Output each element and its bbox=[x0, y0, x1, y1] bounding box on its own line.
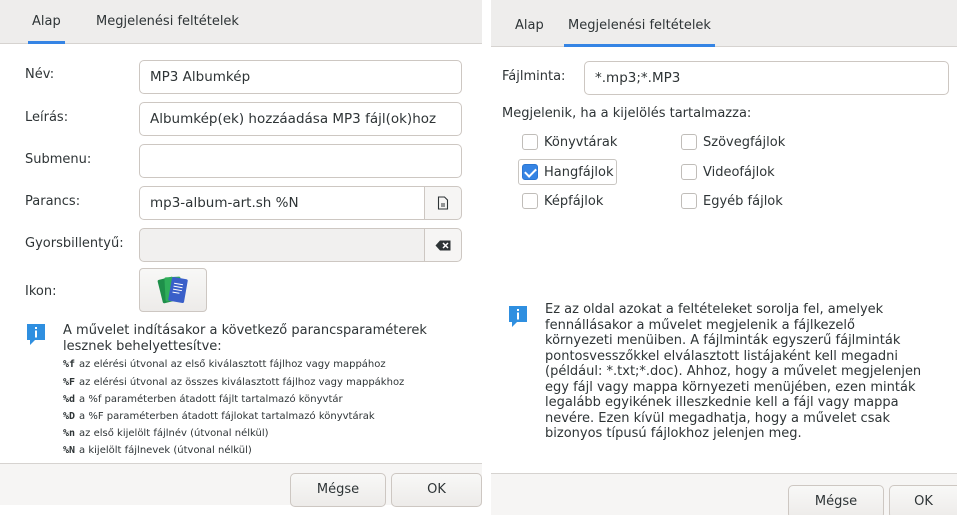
checkbox-label: Képfájlok bbox=[544, 193, 604, 209]
ok-button[interactable]: OK bbox=[889, 485, 957, 515]
param-code: %f bbox=[63, 359, 76, 370]
info-text-line: nevére. Ezen kívül megadhatja, hogy a mű… bbox=[545, 410, 890, 426]
param-desc: a kijelölt fájlnevek (útvonal nélkül) bbox=[79, 445, 252, 456]
checkbox-audio-files[interactable]: Hangfájlok bbox=[518, 159, 618, 185]
name-field[interactable]: MP3 Albumkép bbox=[139, 60, 462, 94]
param-row: %d a %f paraméterben átadott fájlt tartal… bbox=[63, 394, 343, 405]
param-desc: a %f paraméterben átadott fájlt tartalma… bbox=[79, 394, 343, 405]
param-code: %F bbox=[63, 377, 76, 388]
param-row: %N a kijelölt fájlnevek (útvonal nélkül) bbox=[63, 445, 252, 456]
info-text-line: bizonyos típusú fájlokhoz jelenjen meg. bbox=[545, 426, 802, 441]
info-text-line: környezeti menüiben. A fájlminták egysze… bbox=[545, 333, 901, 348]
command-label: Parancs: bbox=[25, 194, 81, 209]
tab-bar: Alap Megjelenési feltételek bbox=[491, 0, 957, 47]
checkbox-label: Könyvtárak bbox=[544, 134, 618, 150]
info-text-line: egy fájl vagy mappa környezeti menüjében… bbox=[545, 379, 916, 395]
param-code: %n bbox=[63, 428, 76, 439]
info-text-line: legalább egyikének illeszkednie kell a f… bbox=[545, 395, 899, 410]
icon-label: Ikon: bbox=[25, 284, 57, 299]
checkbox-directories[interactable]: Könyvtárak bbox=[522, 130, 617, 154]
param-row: %n az első kijelölt fájlnév (útvonal nélk… bbox=[63, 428, 269, 439]
tab-appearance-conditions[interactable]: Megjelenési feltételek bbox=[92, 0, 243, 44]
pattern-field[interactable]: *.mp3;*.MP3 bbox=[584, 61, 949, 95]
description-label: Leírás: bbox=[25, 110, 69, 125]
description-field[interactable]: Albumkép(ek) hozzáadása MP3 fájl(ok)hoz bbox=[139, 102, 462, 136]
tab-basic[interactable]: Alap bbox=[28, 0, 65, 44]
backspace-clear-icon bbox=[435, 240, 451, 250]
param-desc: az elérési útvonal az összes kiválasztot… bbox=[79, 377, 405, 388]
appears-label: Megjelenik, ha a kijelölés tartalmazza: bbox=[502, 106, 752, 121]
tab-bar: Alap Megjelenési feltételek bbox=[0, 0, 482, 44]
name-label: Név: bbox=[25, 67, 55, 82]
info-text-line: pontosvesszőkkel elválasztott listájakén… bbox=[545, 348, 899, 364]
param-code: %N bbox=[63, 445, 76, 456]
checkbox-other-files[interactable]: Egyéb fájlok bbox=[681, 189, 783, 213]
checkbox-label: Hangfájlok bbox=[544, 164, 614, 180]
param-row: %F az elérési útvonal az összes kiválaszt… bbox=[63, 377, 404, 388]
checkbox-label: Szövegfájlok bbox=[703, 134, 786, 150]
info-text-line: fennállásakor a művelet megjelenik a fáj… bbox=[545, 317, 855, 333]
submenu-field[interactable] bbox=[139, 144, 462, 178]
ok-button[interactable]: OK bbox=[391, 473, 482, 507]
param-desc: az első kijelölt fájlnév (útvonal nélkül… bbox=[79, 428, 269, 439]
cancel-button[interactable]: Mégse bbox=[788, 485, 884, 515]
checkbox-label: Egyéb fájlok bbox=[703, 193, 783, 209]
param-row: %f az elérési útvonal az első kiválasztot… bbox=[63, 359, 386, 370]
command-field[interactable]: mp3-album-art.sh %N bbox=[139, 186, 425, 220]
choose-file-button[interactable] bbox=[424, 186, 462, 220]
pattern-label: Fájlminta: bbox=[502, 69, 566, 84]
tab-basic[interactable]: Alap bbox=[511, 0, 548, 47]
checkbox-box[interactable] bbox=[681, 164, 697, 180]
left-dialog: Alap Megjelenési feltételek Név: MP3 Alb… bbox=[0, 0, 482, 507]
help-intro-line2: lesznek behelyettesítve: bbox=[63, 339, 222, 354]
shortcut-label: Gyorsbillentyű: bbox=[25, 236, 124, 251]
document-open-icon bbox=[437, 196, 449, 210]
tab-appearance-conditions[interactable]: Megjelenési feltételek bbox=[564, 0, 715, 47]
info-icon bbox=[27, 324, 45, 345]
checkbox-video-files[interactable]: Videofájlok bbox=[681, 160, 775, 184]
checkbox-box[interactable] bbox=[522, 134, 538, 150]
checkbox-box[interactable] bbox=[681, 193, 697, 209]
checkbox-text-files[interactable]: Szövegfájlok bbox=[681, 130, 785, 154]
submenu-label: Submenu: bbox=[25, 152, 92, 167]
param-row: %D a %F paraméterben átadott fájlokat tar… bbox=[63, 411, 375, 422]
help-intro-line1: A művelet indításakor a következő paranc… bbox=[63, 323, 427, 338]
shortcut-field[interactable] bbox=[139, 228, 425, 262]
basic-page: Név: MP3 Albumkép Leírás: Albumkép(ek) h… bbox=[0, 44, 482, 464]
param-desc: a %F paraméterben átadott fájlokat tarta… bbox=[79, 411, 375, 422]
clear-shortcut-button[interactable] bbox=[424, 228, 462, 262]
param-desc: az elérési útvonal az első kiválasztott … bbox=[79, 359, 386, 370]
cancel-button[interactable]: Mégse bbox=[290, 473, 386, 507]
audio-documents-icon bbox=[157, 276, 188, 304]
info-text-line: (például: *.txt;*.doc). Ahhoz, hogy a mű… bbox=[545, 364, 922, 379]
icon-picker-button[interactable] bbox=[139, 268, 207, 312]
info-text-line: Ez az oldal azokat a feltételeket sorolj… bbox=[545, 302, 884, 317]
checkbox-box[interactable] bbox=[522, 193, 538, 209]
param-code: %d bbox=[63, 394, 76, 405]
checkbox-image-files[interactable]: Képfájlok bbox=[522, 189, 603, 213]
info-icon bbox=[509, 306, 527, 327]
param-code: %D bbox=[63, 411, 76, 422]
checkbox-box[interactable] bbox=[522, 164, 538, 180]
checkbox-label: Videofájlok bbox=[703, 164, 775, 180]
checkbox-box[interactable] bbox=[681, 134, 697, 150]
